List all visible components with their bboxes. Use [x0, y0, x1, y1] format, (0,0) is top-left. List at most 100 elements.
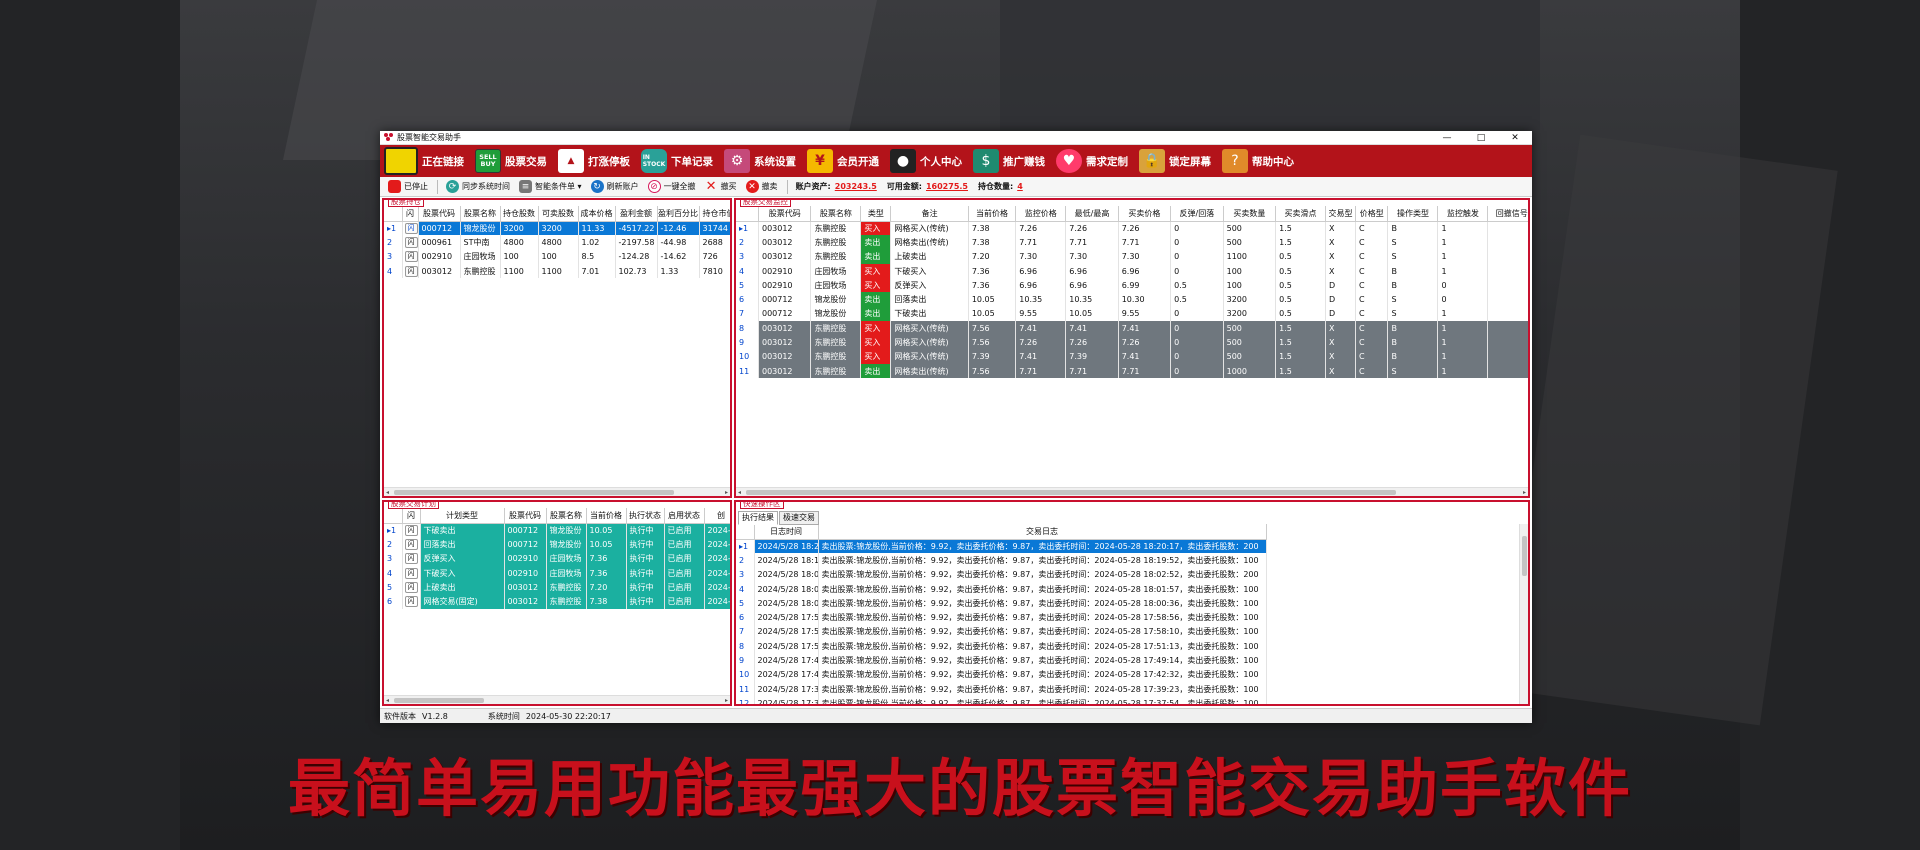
log-row[interactable]: 10 2024/5/28 17:42 卖出股票:锦龙股份,当前价格：9.92，卖出委…	[736, 667, 1267, 682]
log-row[interactable]: 4 2024/5/28 18:01 卖出股票:锦龙股份,当前价格：9.92，卖出委托…	[736, 581, 1267, 597]
flash-button[interactable]: 闪	[402, 235, 419, 250]
scroll-left-icon[interactable]: ◂	[386, 488, 389, 496]
flash-button[interactable]: 闪	[402, 537, 421, 552]
column-header[interactable]: 计划类型	[420, 508, 505, 524]
column-header[interactable]: 买卖价格	[1118, 206, 1172, 222]
log-row[interactable]: 8 2024/5/28 17:51 卖出股票:锦龙股份,当前价格：9.92，卖出委托…	[736, 639, 1267, 654]
tab-speed-trade[interactable]: 极速交易	[779, 511, 819, 525]
vertical-scrollbar[interactable]	[1519, 524, 1528, 704]
table-row[interactable]: 5闪上破卖出003012东鹏控股7.20执行中已启用2024-05	[384, 580, 730, 595]
log-row[interactable]: 6 2024/5/28 17:58 卖出股票:锦龙股份,当前价格：9.92，卖出委托…	[736, 610, 1267, 625]
table-row[interactable]: 3 闪 002910 庄园牧场 100 100 8.5 -124.28 -14.62 726	[384, 249, 730, 264]
menu-membership[interactable]: ¥ 会员开通	[807, 149, 879, 173]
column-header[interactable]: 交易日志	[818, 524, 1267, 540]
column-header[interactable]: 股票代码	[758, 206, 812, 222]
column-header[interactable]: 持仓股数	[500, 206, 539, 222]
maximize-button[interactable]: □	[1464, 133, 1498, 143]
column-header[interactable]: 股票代码	[418, 206, 461, 222]
scroll-left-icon[interactable]: ◂	[386, 696, 389, 704]
table-row[interactable]: 6 000712 锦龙股份 卖出 回落卖出 10.05 10.35 10.35 10.30 0.5…	[736, 292, 1528, 307]
scroll-thumb[interactable]	[1522, 536, 1527, 576]
column-header[interactable]: 创	[704, 508, 730, 524]
menu-personal-center[interactable]: ● 个人中心	[890, 149, 962, 173]
sync-time-button[interactable]: ⟳ 同步系统时间	[446, 180, 510, 193]
column-header[interactable]: 监控触发	[1437, 206, 1489, 222]
column-header[interactable]: 买卖数量	[1223, 206, 1277, 222]
column-header[interactable]: 成本价格	[578, 206, 616, 222]
flash-button[interactable]: 闪	[402, 263, 419, 279]
column-header[interactable]: 当前价格	[586, 508, 627, 524]
flash-button[interactable]: 闪	[402, 221, 419, 236]
flash-button[interactable]: 闪	[402, 565, 421, 581]
column-header[interactable]: 买卖滑点	[1275, 206, 1327, 222]
table-row[interactable]: 8 003012 东鹏控股 买入 网格买入(传统) 7.56 7.41 7.41 7.41 0 50…	[736, 321, 1528, 336]
column-header[interactable]: 类型	[860, 206, 892, 222]
column-header[interactable]: 监控价格	[1015, 206, 1067, 222]
minimize-button[interactable]: —	[1430, 133, 1464, 143]
log-row[interactable]: 7 2024/5/28 17:58 卖出股票:锦龙股份,当前价格：9.92，卖出委托…	[736, 624, 1267, 640]
menu-custom-request[interactable]: ♥ 需求定制	[1056, 149, 1128, 173]
stop-button[interactable]: 已停止	[388, 180, 428, 193]
column-header[interactable]: 当前价格	[968, 206, 1017, 222]
table-row[interactable]: 3 003012 东鹏控股 卖出 上破卖出 7.20 7.30 7.30 7.30 0 1100 0.…	[736, 249, 1528, 264]
column-header[interactable]: 闪	[402, 508, 421, 524]
menu-connecting[interactable]: 正在链接	[384, 147, 464, 175]
cancel-all-button[interactable]: ⊘ 一键全撤	[647, 180, 696, 193]
table-row[interactable]: 2 003012 东鹏控股 卖出 网格卖出(传统) 7.38 7.71 7.71 7.71 0 50…	[736, 235, 1528, 250]
log-row[interactable]: 12 2024/5/28 17:37 卖出股票:锦龙股份,当前价格：9.92，卖出委…	[736, 696, 1267, 704]
column-header[interactable]: 股票名称	[810, 206, 862, 222]
table-row[interactable]: 7 000712 锦龙股份 卖出 下破卖出 10.05 9.55 10.05 9.55 0 3200…	[736, 306, 1528, 322]
column-header[interactable]: 日志时间	[754, 524, 819, 540]
flash-button[interactable]: 闪	[402, 580, 421, 595]
column-header[interactable]: 反弹/回落	[1170, 206, 1224, 222]
menu-stock-trade[interactable]: SELL BUY 股票交易	[475, 149, 547, 173]
column-header[interactable]: 可卖股数	[538, 206, 579, 222]
column-header[interactable]: 启用状态	[664, 508, 705, 524]
scroll-right-icon[interactable]: ▸	[1523, 488, 1526, 496]
column-header[interactable]: 盈利百分比	[657, 206, 700, 222]
scroll-thumb[interactable]	[394, 490, 674, 495]
column-header[interactable]: 交易型	[1325, 206, 1356, 222]
table-row[interactable]: 9 003012 东鹏控股 买入 网格买入(传统) 7.56 7.26 7.26 7.26 0 50…	[736, 335, 1528, 350]
scroll-right-icon[interactable]: ▸	[725, 488, 728, 496]
table-row[interactable]: 2闪回落卖出000712锦龙股份10.05执行中已启用2024-05	[384, 537, 730, 552]
column-header[interactable]: 股票名称	[460, 206, 501, 222]
scroll-left-icon[interactable]: ◂	[738, 488, 741, 496]
log-row[interactable]: 9 2024/5/28 17:49 卖出股票:锦龙股份,当前价格：9.92，卖出委托…	[736, 653, 1267, 668]
column-header[interactable]: 备注	[890, 206, 969, 222]
log-row[interactable]: 3 2024/5/28 18:02 卖出股票:锦龙股份,当前价格：9.92，卖出委托…	[736, 567, 1267, 582]
table-row[interactable]: 4 002910 庄园牧场 买入 下破买入 7.36 6.96 6.96 6.96 0 100 0.5…	[736, 263, 1528, 279]
table-row[interactable]: 5 002910 庄园牧场 买入 反弹买入 7.36 6.96 6.96 6.99 0.5 100 0…	[736, 278, 1528, 293]
column-header[interactable]: 闪	[402, 206, 419, 222]
menu-lock-screen[interactable]: 🔒 锁定屏幕	[1139, 149, 1211, 173]
column-header[interactable]: 股票名称	[546, 508, 587, 524]
column-header[interactable]: 回撤信号	[1487, 206, 1528, 222]
column-header[interactable]: 持仓市值	[699, 206, 730, 222]
menu-help-center[interactable]: ? 帮助中心	[1222, 149, 1294, 173]
table-row[interactable]: 4闪下破买入002910庄园牧场7.36执行中已启用2024-05	[384, 565, 730, 581]
column-header[interactable]: 盈利金额	[615, 206, 658, 222]
menu-limit-up-board[interactable]: ▲ 打涨停板	[558, 149, 630, 173]
horizontal-scrollbar[interactable]: ◂ ▸	[384, 695, 730, 704]
menu-order-records[interactable]: IN STOCK 下单记录	[641, 149, 713, 173]
cancel-buy-button[interactable]: ✕ 撤买	[705, 179, 737, 194]
table-row[interactable]: 11 003012 东鹏控股 卖出 网格卖出(传统) 7.56 7.71 7.71 7.71 0 1…	[736, 363, 1528, 379]
column-header[interactable]: 操作类型	[1387, 206, 1439, 222]
close-button[interactable]: ✕	[1498, 133, 1532, 143]
table-row[interactable]: 3闪反弹买入002910庄园牧场7.36执行中已启用2024-05	[384, 551, 730, 566]
scroll-thumb[interactable]	[394, 698, 484, 703]
cancel-sell-button[interactable]: ✕ 撤卖	[745, 180, 778, 193]
flash-button[interactable]: 闪	[402, 249, 419, 264]
table-row[interactable]: 4 闪 003012 东鹏控股 1100 1100 7.01 102.73 1.33 7810	[384, 263, 730, 279]
horizontal-scrollbar[interactable]: ◂ ▸	[384, 487, 730, 496]
column-header[interactable]: 股票代码	[504, 508, 547, 524]
refresh-account-button[interactable]: ↻ 刷新账户	[590, 180, 639, 193]
column-header[interactable]: 价格型	[1355, 206, 1389, 222]
column-header[interactable]: 执行状态	[626, 508, 665, 524]
menu-system-settings[interactable]: ⚙ 系统设置	[724, 149, 796, 173]
table-row[interactable]: ▸1 闪 000712 锦龙股份 3200 3200 11.33 -4517.22 -12.46…	[384, 221, 730, 236]
column-header[interactable]: 最低/最高	[1065, 206, 1119, 222]
scroll-right-icon[interactable]: ▸	[725, 696, 728, 704]
log-row[interactable]: ▸1 2024/5/28 18:20 卖出股票:锦龙股份,当前价格：9.92，卖出委…	[736, 539, 1267, 554]
log-row[interactable]: 2 2024/5/28 18:19 卖出股票:锦龙股份,当前价格：9.92，卖出委托…	[736, 553, 1267, 568]
